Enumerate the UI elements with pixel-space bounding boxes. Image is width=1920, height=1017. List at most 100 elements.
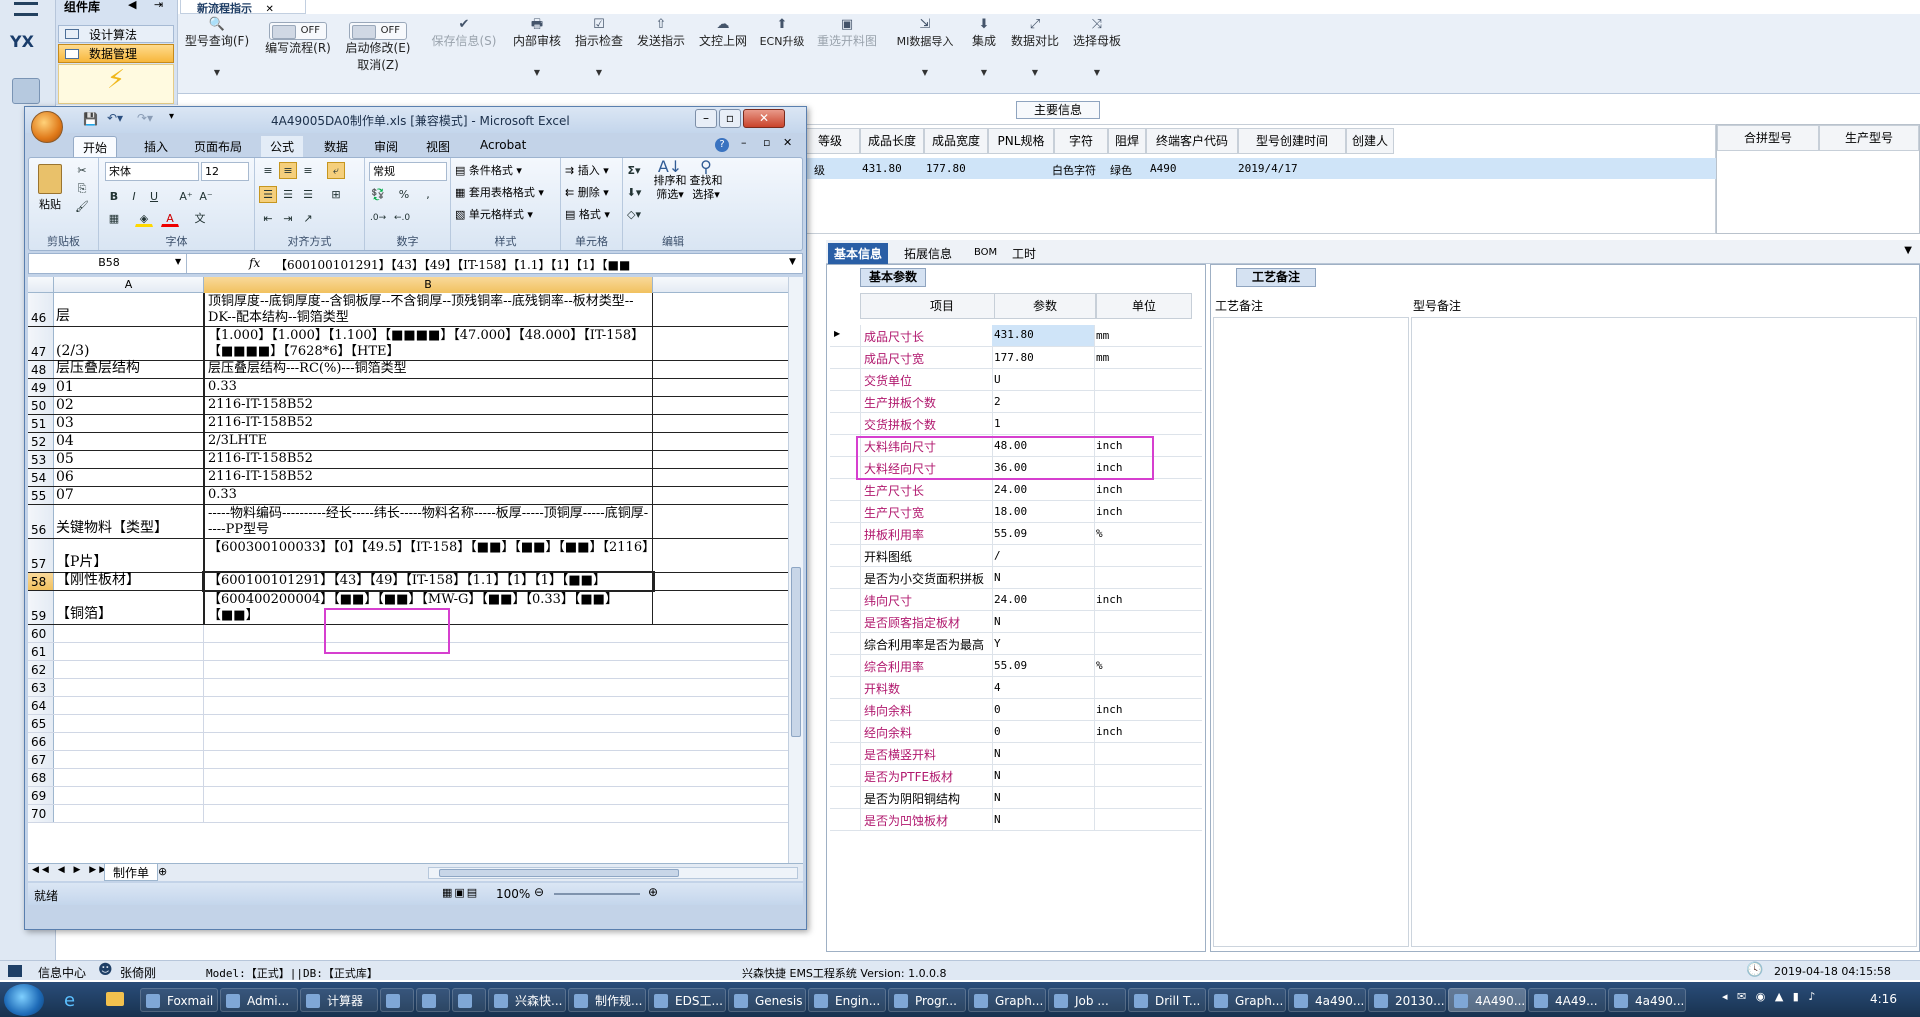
collapse-arrow-icon[interactable]: ◀ xyxy=(128,0,136,11)
taskbar-button[interactable] xyxy=(452,988,486,1012)
menu-icon[interactable] xyxy=(14,2,38,16)
row-header[interactable]: 64 xyxy=(28,697,54,714)
row-header[interactable]: 56 xyxy=(28,505,54,538)
tab-view[interactable]: 视图 xyxy=(417,136,459,157)
taskbar-button[interactable]: Graph... xyxy=(1208,988,1286,1012)
row-header[interactable]: 46 xyxy=(28,293,54,326)
taskbar-button[interactable] xyxy=(380,988,414,1012)
grid-header-creator[interactable]: 创建人 xyxy=(1346,128,1394,154)
cell-b[interactable] xyxy=(204,769,653,786)
row-header[interactable]: 50 xyxy=(28,397,54,414)
row-header[interactable]: 61 xyxy=(28,643,54,660)
param-row[interactable]: 生产尺寸宽 18.00 inch xyxy=(830,501,1202,523)
cell-a[interactable]: 层 xyxy=(54,293,204,326)
pin-icon[interactable]: ⇥ xyxy=(154,0,163,11)
bold-icon[interactable]: B xyxy=(105,188,123,205)
param-row[interactable]: 综合利用率 55.09% xyxy=(830,655,1202,677)
row-header[interactable]: 67 xyxy=(28,751,54,768)
param-value[interactable]: 18.00 xyxy=(994,505,1027,518)
sheet-nav-icons[interactable]: ◀◀ ◀ ▶ ▶▶ xyxy=(32,865,109,875)
row-header[interactable]: 48 xyxy=(28,361,54,378)
info-center-label[interactable]: 信息中心 xyxy=(38,964,86,981)
cell-b[interactable] xyxy=(204,643,653,660)
redo-icon[interactable]: ↷▾ xyxy=(137,111,153,125)
row-header[interactable]: 51 xyxy=(28,415,54,432)
taskbar-clock[interactable]: 4:16 xyxy=(1870,992,1897,1006)
taskbar-button[interactable]: 制作规... xyxy=(568,988,646,1012)
grid-header-char[interactable]: 字符 xyxy=(1054,128,1108,154)
module-icon[interactable] xyxy=(12,78,40,104)
param-value[interactable]: 0 xyxy=(994,703,1001,716)
cell-b[interactable]: 2/3LHTE xyxy=(204,433,653,450)
vertical-scrollbar[interactable] xyxy=(788,277,803,863)
param-value[interactable]: 1 xyxy=(994,417,1001,430)
cell-a[interactable]: 【P片】 xyxy=(54,539,204,572)
param-row[interactable]: 是否为PTFE板材 N xyxy=(830,765,1202,787)
tab-page-layout[interactable]: 页面布局 xyxy=(185,136,251,157)
shrink-font-icon[interactable]: A⁻ xyxy=(197,188,215,205)
cell-b[interactable] xyxy=(204,715,653,732)
sort-filter-button[interactable]: A↓ 排序和 筛选▾ xyxy=(651,159,689,202)
taskbar-button[interactable]: Engin... xyxy=(808,988,886,1012)
row-header[interactable]: 68 xyxy=(28,769,54,786)
taskbar-button[interactable]: 4a490... xyxy=(1288,988,1366,1012)
column-header-b[interactable]: B xyxy=(204,277,653,293)
grid-header-width[interactable]: 成品宽度 xyxy=(924,128,988,154)
param-row[interactable]: 交货单位 U xyxy=(830,369,1202,391)
orientation-icon[interactable]: ↗ xyxy=(299,210,317,227)
cell-a[interactable] xyxy=(54,643,204,660)
param-row[interactable]: 是否为凹蚀板材 N xyxy=(830,809,1202,831)
select-motherboard-button[interactable]: ⤨ 选择母板 ▼ xyxy=(1068,16,1126,92)
param-row[interactable]: 交货拼板个数 1 xyxy=(830,413,1202,435)
row-header[interactable]: 65 xyxy=(28,715,54,732)
row-header[interactable]: 54 xyxy=(28,469,54,486)
folder-icon[interactable] xyxy=(106,992,124,1006)
currency-icon[interactable]: 💱 xyxy=(369,186,387,203)
start-button[interactable] xyxy=(4,984,44,1016)
cut-icon[interactable]: ✂ xyxy=(73,162,91,179)
cell-a[interactable]: 04 xyxy=(54,433,204,450)
taskbar-button[interactable]: 计算器 xyxy=(300,988,378,1012)
align-middle-icon[interactable]: ≡ xyxy=(279,162,297,179)
minimize-button[interactable]: – xyxy=(695,109,717,128)
select-all-corner[interactable] xyxy=(28,277,54,293)
cell-b[interactable]: 0.33 xyxy=(204,379,653,396)
tab-data[interactable]: 数据 xyxy=(315,136,357,157)
zoom-out-icon[interactable]: ⊖ xyxy=(534,885,544,899)
fill-icon[interactable]: ⬇▾ xyxy=(625,184,643,201)
row-header[interactable]: 49 xyxy=(28,379,54,396)
cell-a[interactable]: 06 xyxy=(54,469,204,486)
param-value[interactable]: N xyxy=(994,747,1001,760)
taskbar-button[interactable]: EDS工... xyxy=(648,988,726,1012)
param-row[interactable]: 开料数 4 xyxy=(830,677,1202,699)
view-buttons[interactable]: ▦▣▤ xyxy=(442,886,479,899)
ecn-upgrade-button[interactable]: ⬆ ECN升级 xyxy=(756,16,808,92)
cell-b[interactable] xyxy=(204,697,653,714)
cell-b[interactable]: -----物料编码----------经长-----纬长-----物料名称---… xyxy=(204,505,653,538)
param-row[interactable]: 是否为阴阳铜结构 N xyxy=(830,787,1202,809)
row-header[interactable]: 70 xyxy=(28,805,54,822)
excel-title-bar[interactable]: 💾 ↶▾ ↷▾ ▾ 4A49005DA0制作单.xls [兼容模式] - Mic… xyxy=(25,107,806,133)
ribbon-restore-icon[interactable]: ▫ xyxy=(763,136,770,149)
zoom-in-icon[interactable]: ⊕ xyxy=(648,885,658,899)
maximize-button[interactable]: ▫ xyxy=(719,109,741,128)
header-unit[interactable]: 单位 xyxy=(1096,293,1192,319)
zoom-level[interactable]: 100% xyxy=(496,887,530,901)
header-param[interactable]: 参数 xyxy=(994,293,1096,319)
align-left-icon[interactable]: ☰ xyxy=(259,186,277,203)
doc-control-online-button[interactable]: ☁ 文控上网 xyxy=(694,16,752,92)
param-value[interactable]: / xyxy=(994,549,1001,562)
grid-header-merge-model[interactable]: 合拼型号 xyxy=(1717,125,1819,151)
column-header-a[interactable]: A xyxy=(54,277,204,293)
cell-b[interactable]: 【1.000】【1.000】【1.100】【■■■■】【47.000】【48.0… xyxy=(204,327,653,360)
cell-b[interactable]: 【600400200004】【■■】【■■】【MW-G】【■■】【0.33】【■… xyxy=(204,591,653,624)
row-header[interactable]: 47 xyxy=(28,327,54,360)
param-value[interactable]: 177.80 xyxy=(994,351,1034,364)
border-icon[interactable]: ▦ xyxy=(105,210,123,227)
document-tab[interactable]: 新流程指示 ✕ xyxy=(180,0,306,15)
param-row[interactable]: 纬向余料 0 inch xyxy=(830,699,1202,721)
param-value[interactable]: Y xyxy=(994,637,1001,650)
cell-a[interactable] xyxy=(54,769,204,786)
expand-formula-icon[interactable]: ▼ xyxy=(789,257,796,267)
scroll-thumb[interactable] xyxy=(791,567,801,737)
